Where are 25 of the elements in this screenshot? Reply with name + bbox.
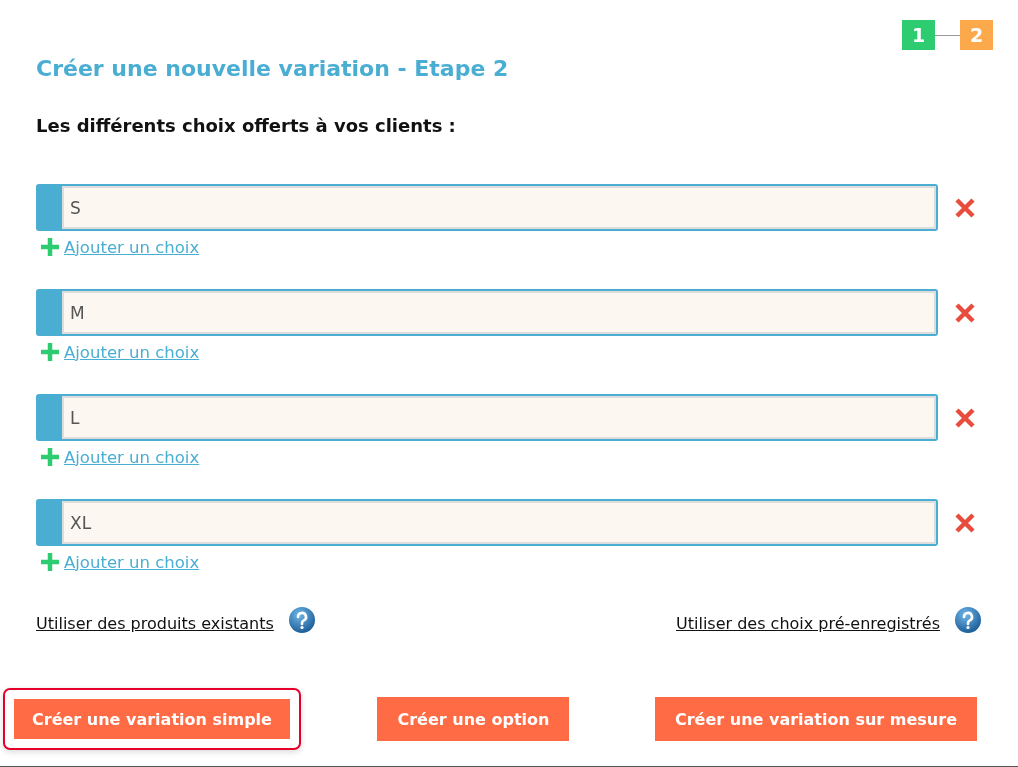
step-indicator: 1 <box>902 20 935 50</box>
delete-icon[interactable] <box>954 511 976 534</box>
choice-field[interactable]: XL <box>36 499 938 546</box>
plus-icon <box>40 447 60 467</box>
plus-icon <box>40 342 60 362</box>
step-indicator: 2 <box>960 20 993 50</box>
plus-icon <box>40 552 60 572</box>
add-choice-link[interactable]: Ajouter un choix <box>64 447 200 467</box>
add-choice-link[interactable]: Ajouter un choix <box>64 237 200 257</box>
help-icon[interactable] <box>954 606 982 634</box>
choice-field[interactable]: M <box>36 289 938 336</box>
link[interactable]: Utiliser des choix pré-enregistrés <box>676 614 940 633</box>
section-heading: Les différents choix offerts à vos clients : <box>36 114 457 138</box>
choice-field[interactable]: S <box>36 184 938 231</box>
delete-icon[interactable] <box>954 196 976 219</box>
add-choice-link[interactable]: Ajouter un choix <box>64 552 200 572</box>
delete-icon[interactable] <box>954 301 976 324</box>
choice-field[interactable]: L <box>36 394 938 441</box>
add-choice-link[interactable]: Ajouter un choix <box>64 342 200 362</box>
page-title: Créer une nouvelle variation - Etape 2 <box>36 55 510 83</box>
delete-icon[interactable] <box>954 406 976 429</box>
help-icon[interactable] <box>287 606 316 634</box>
link[interactable]: Utiliser des produits existants <box>36 614 274 633</box>
plus-icon <box>40 237 60 257</box>
create-button[interactable]: Créer une variation simple <box>5 690 299 748</box>
